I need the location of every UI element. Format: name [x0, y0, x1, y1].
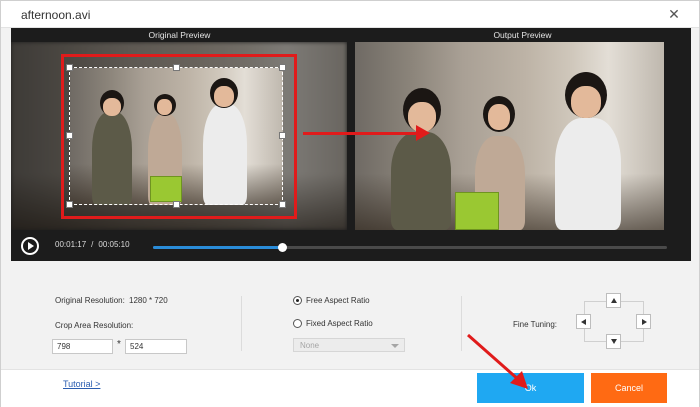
arrow-left-icon [581, 319, 586, 325]
total-time: 00:05:10 [98, 240, 130, 249]
tutorial-link[interactable]: Tutorial > [63, 379, 100, 389]
preview-area: Original Preview Output Preview 00:01:17… [11, 28, 691, 261]
crop-multiply-sign: * [117, 339, 121, 350]
chevron-down-icon [391, 344, 399, 348]
crop-handle-top-right[interactable] [279, 64, 286, 71]
seek-bar-thumb[interactable] [277, 243, 287, 252]
output-frame [355, 42, 664, 230]
free-aspect-ratio-radio[interactable] [293, 296, 302, 305]
fixed-aspect-ratio-label[interactable]: Fixed Aspect Ratio [306, 319, 373, 328]
window-title: afternoon.avi [21, 8, 91, 22]
time-separator: / [91, 240, 94, 249]
aspect-ratio-select-value: None [300, 341, 320, 350]
free-aspect-ratio-label[interactable]: Free Aspect Ratio [306, 296, 370, 305]
arrow-down-icon [611, 339, 617, 344]
crop-width-input[interactable]: 798 [52, 339, 113, 354]
divider-left [241, 296, 242, 351]
title-bar: afternoon.avi ✕ [1, 1, 699, 28]
seek-bar[interactable] [153, 243, 667, 252]
crop-handle-bottom[interactable] [173, 201, 180, 208]
crop-handle-right[interactable] [279, 132, 286, 139]
close-icon[interactable]: ✕ [665, 5, 683, 23]
playback-time: 00:01:17 / 00:05:10 [55, 240, 130, 249]
crop-handle-top[interactable] [173, 64, 180, 71]
divider-right [461, 296, 462, 351]
output-green-clipboard [455, 192, 499, 230]
crop-handle-bottom-left[interactable] [66, 201, 73, 208]
nudge-down-button[interactable] [606, 334, 621, 349]
output-person-right-face [571, 86, 601, 118]
annotation-arrow-to-ok [467, 333, 528, 389]
crop-handle-bottom-right[interactable] [279, 201, 286, 208]
annotation-arrow-head [416, 125, 430, 141]
dialog-footer: Tutorial > Ok Cancel [1, 369, 699, 407]
current-time: 00:01:17 [55, 240, 87, 249]
aspect-ratio-select[interactable]: None [293, 338, 405, 352]
nudge-up-button[interactable] [606, 293, 621, 308]
crop-handle-top-left[interactable] [66, 64, 73, 71]
arrow-right-icon [642, 319, 647, 325]
crop-settings-panel: Original Resolution: 1280 * 720 Crop Are… [11, 263, 691, 369]
output-preview-video [355, 42, 664, 230]
cancel-button[interactable]: Cancel [591, 373, 667, 403]
original-resolution-value: 1280 * 720 [129, 296, 168, 305]
output-person-left [391, 132, 451, 230]
output-person-middle-face [488, 104, 510, 130]
crop-dialog: afternoon.avi ✕ Original Preview Output … [0, 0, 700, 407]
original-preview-video[interactable] [11, 42, 347, 230]
output-preview-label: Output Preview [493, 30, 552, 40]
fine-tuning-label: Fine Tuning: [513, 320, 558, 329]
nudge-right-button[interactable] [636, 314, 651, 329]
crop-handle-left[interactable] [66, 132, 73, 139]
output-person-right [555, 118, 621, 230]
arrow-up-icon [611, 298, 617, 303]
original-resolution-label: Original Resolution: [55, 296, 125, 305]
crop-selection-frame[interactable] [69, 67, 283, 205]
crop-area-resolution-label: Crop Area Resolution: [55, 321, 134, 330]
annotation-arrow-line [303, 132, 423, 135]
seek-bar-progress [153, 246, 282, 249]
fixed-aspect-ratio-radio[interactable] [293, 319, 302, 328]
nudge-left-button[interactable] [576, 314, 591, 329]
original-preview-label: Original Preview [148, 30, 211, 40]
crop-height-input[interactable]: 524 [125, 339, 187, 354]
play-icon[interactable] [21, 237, 39, 255]
